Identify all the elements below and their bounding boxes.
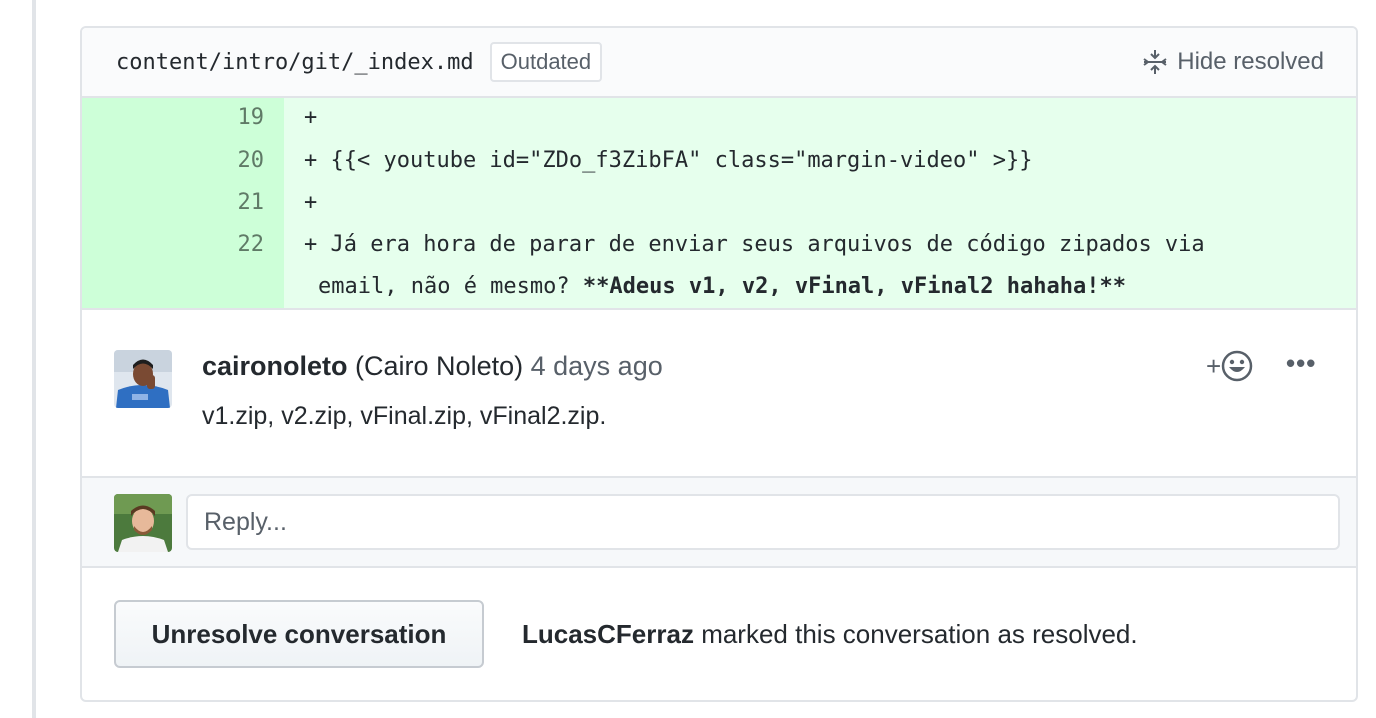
line-number[interactable]: 21 [82, 182, 284, 224]
diff-line: 19 + [82, 98, 1356, 140]
code-line-wrapped: + Já era hora de parar de enviar seus ar… [284, 224, 1356, 308]
comment-header: caironoleto (Cairo Noleto) 4 days ago [202, 348, 663, 384]
diff-block: 19 + 20 + {{< youtube id="ZDo_f3ZibFA" c… [82, 98, 1356, 308]
plus-icon: + [1206, 350, 1222, 381]
file-path[interactable]: content/intro/git/_index.md [116, 50, 474, 75]
line-number-value: 22 [237, 232, 265, 257]
comment-body: v1.zip, v2.zip, vFinal.zip, vFinal2.zip. [202, 402, 607, 430]
comment-author[interactable]: caironoleto [202, 351, 348, 381]
code-line: + Já era hora de parar de enviar seus ar… [304, 232, 1205, 257]
diff-line: 21 + [82, 182, 1356, 224]
line-number[interactable]: 22 [82, 224, 284, 308]
code-line: + [304, 105, 318, 130]
comment-timestamp[interactable]: 4 days ago [531, 351, 663, 381]
code-bold: **Adeus v1, v2, vFinal, vFinal2 hahaha!*… [582, 274, 1126, 299]
review-comment: caironoleto (Cairo Noleto) 4 days ago v1… [82, 308, 1356, 476]
resolution-area: Unresolve conversation LucasCFerraz mark… [82, 568, 1356, 700]
reply-input[interactable]: Reply... [186, 494, 1340, 550]
line-number[interactable]: 20 [82, 140, 284, 182]
code-line: + {{< youtube id="ZDo_f3ZibFA" class="ma… [304, 148, 1033, 173]
code-line-continuation: email, não é mesmo? **Adeus v1, v2, vFin… [304, 266, 1326, 308]
timeline-bar [32, 0, 36, 718]
diff-line: 22 + Já era hora de parar de enviar seus… [82, 224, 1356, 308]
resolved-message: LucasCFerraz marked this conversation as… [522, 618, 1138, 650]
hide-resolved-label: Hide resolved [1177, 48, 1324, 75]
reply-bar: Reply... [82, 476, 1356, 568]
smiley-icon [1221, 350, 1253, 382]
diff-line: 20 + {{< youtube id="ZDo_f3ZibFA" class=… [82, 140, 1356, 182]
resolved-message-text: marked this conversation as resolved. [693, 619, 1138, 649]
resolver-username[interactable]: LucasCFerraz [522, 619, 694, 649]
review-thread: content/intro/git/_index.md Outdated Hid… [80, 26, 1358, 702]
unresolve-conversation-button[interactable]: Unresolve conversation [114, 600, 484, 668]
comment-author-fullname: (Cairo Noleto) [355, 351, 524, 381]
outdated-badge: Outdated [489, 42, 603, 82]
avatar[interactable] [114, 350, 172, 408]
more-options-button[interactable]: ••• [1286, 348, 1316, 379]
avatar [114, 494, 172, 552]
file-header: content/intro/git/_index.md Outdated Hid… [82, 28, 1356, 98]
code-line: + [304, 190, 318, 215]
line-number[interactable]: 19 [82, 98, 284, 140]
add-reaction-button[interactable]: + [1206, 350, 1253, 382]
code-plain: email, não é mesmo? [318, 274, 583, 299]
hide-resolved-button[interactable]: Hide resolved [1141, 48, 1324, 76]
fold-icon [1143, 50, 1167, 74]
